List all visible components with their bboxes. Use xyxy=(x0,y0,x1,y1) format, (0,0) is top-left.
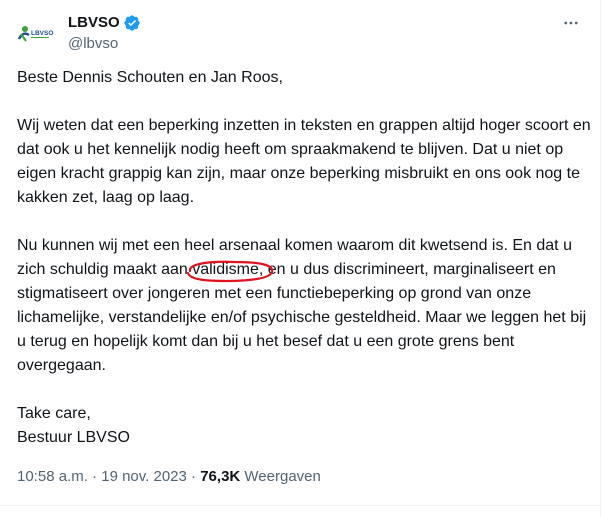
greeting: Beste Dennis Schouten en Jan Roos, xyxy=(17,69,283,86)
tweet-text: Beste Dennis Schouten en Jan Roos, Wij w… xyxy=(17,66,595,450)
meta-separator: · xyxy=(87,468,102,485)
paragraph-1: Wij weten dat een beperking inzetten in … xyxy=(17,117,591,206)
display-name[interactable]: LBVSO xyxy=(68,13,120,33)
tweet-metadata: 10:58 a.m. · 19 nov. 2023 · 76,3K Weerga… xyxy=(17,467,321,487)
logo-wordmark: LBVSO xyxy=(31,30,53,37)
views-label: Weergaven xyxy=(244,468,321,485)
closing-line-1: Take care, xyxy=(17,405,91,422)
highlighted-word: validisme xyxy=(187,258,274,283)
author-handle[interactable]: @lbvso xyxy=(68,34,118,54)
post-date[interactable]: 19 nov. 2023 xyxy=(101,468,187,485)
meta-separator: · xyxy=(186,468,201,485)
highlighted-word-text: validisme xyxy=(192,261,259,278)
verified-badge-icon xyxy=(124,15,140,31)
ellipsis-icon xyxy=(564,21,578,25)
closing-line-2: Bestuur LBVSO xyxy=(17,429,130,446)
author-name-row: LBVSO xyxy=(68,13,141,33)
post-time[interactable]: 10:58 a.m. xyxy=(17,468,88,485)
view-count[interactable]: 76,3K xyxy=(200,468,240,485)
lbvso-logo-icon: LBVSO xyxy=(17,26,53,42)
tweet-card: LBVSO LBVSO @lbvso Beste Dennis Schouten… xyxy=(0,0,600,517)
divider xyxy=(0,505,600,506)
column-border xyxy=(600,0,601,517)
paragraph-2: Nu kunnen wij met een heel arsenaal kome… xyxy=(17,234,595,378)
more-options-button[interactable] xyxy=(560,12,582,34)
avatar[interactable]: LBVSO xyxy=(14,12,54,52)
